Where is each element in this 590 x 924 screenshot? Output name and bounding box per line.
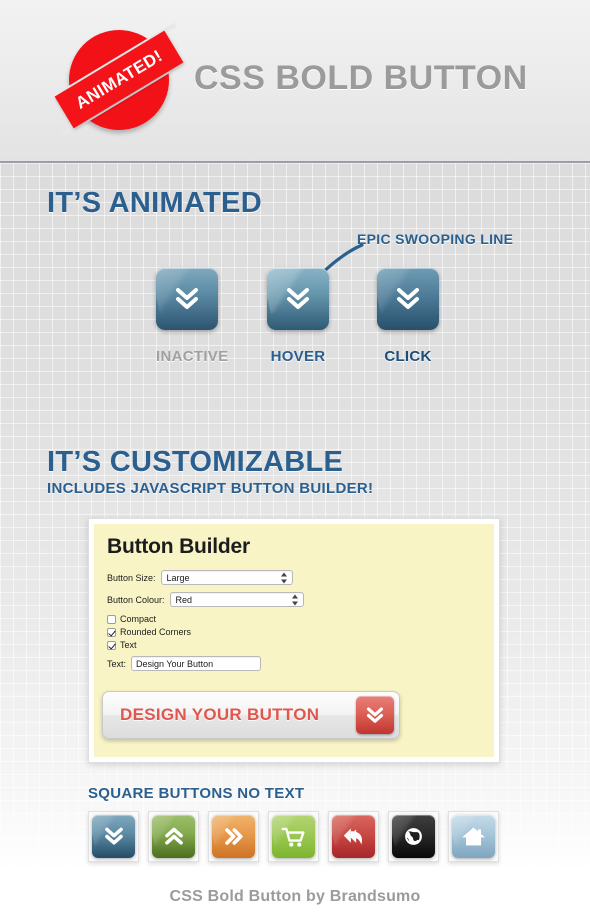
square-button-globe[interactable] (392, 815, 435, 858)
section-title-animated: IT’S ANIMATED (47, 187, 262, 219)
button-colour-select[interactable]: Red (169, 592, 304, 607)
demo-button-click[interactable] (377, 268, 439, 330)
page-root: ANIMATED! CSS BOLD BUTTON IT’S ANIMATED … (0, 0, 590, 924)
demo-state-click: CLICK (377, 268, 439, 365)
double-chevron-right-icon (225, 828, 243, 845)
checkbox-rounded-corners-label: Rounded Corners (120, 627, 192, 637)
checkbox-text-label: Text (120, 640, 137, 650)
square-button-chevron-up[interactable] (152, 815, 195, 858)
checkbox-rounded-corners[interactable] (107, 627, 116, 637)
checkbox-row-compact[interactable]: Compact (107, 614, 481, 624)
square-button-chevron-down[interactable] (92, 815, 135, 858)
square-button-frame (208, 811, 259, 862)
double-chevron-down-icon (397, 288, 419, 309)
double-chevron-down-icon (104, 827, 123, 845)
reply-arrow-icon (343, 828, 362, 845)
builder-row-colour: Button Colour: Red (107, 592, 481, 607)
page-header: ANIMATED! CSS BOLD BUTTON (0, 0, 590, 163)
square-button-reply[interactable] (332, 815, 375, 858)
checkbox-compact[interactable] (107, 614, 116, 624)
double-chevron-down-icon (287, 288, 309, 309)
square-button-frame (388, 811, 439, 862)
double-chevron-down-icon (366, 706, 384, 723)
header-inner: ANIMATED! CSS BOLD BUTTON (0, 0, 590, 161)
demo-button-hover[interactable] (267, 268, 329, 330)
demo-label-inactive: INACTIVE (156, 348, 229, 365)
square-button-frame (268, 811, 319, 862)
square-button-chevron-right[interactable] (212, 815, 255, 858)
footer-text: CSS Bold Button by Brandsumo (169, 888, 421, 905)
builder-row-text: Text: Design Your Button (107, 656, 481, 671)
globe-icon (405, 828, 422, 845)
design-your-button-label: DESIGN YOUR BUTTON (120, 705, 320, 724)
double-chevron-down-icon (176, 288, 198, 309)
demo-label-hover: HOVER (270, 348, 326, 365)
checkbox-compact-label: Compact (120, 614, 157, 624)
square-buttons-row (88, 811, 508, 862)
section-title-customizable: IT’S CUSTOMIZABLE (47, 446, 344, 478)
annotation-epic-swooping-line: EPIC SWOOPING LINE (357, 231, 514, 247)
preview-icon-tile[interactable] (356, 696, 394, 734)
demo-state-hover: HOVER (267, 268, 329, 365)
button-builder-panel: Button Builder Button Size: Large Button… (94, 524, 494, 757)
square-button-home[interactable] (452, 815, 495, 858)
double-chevron-up-icon (164, 827, 183, 845)
checkbox-row-rounded-corners[interactable]: Rounded Corners (107, 627, 481, 637)
demo-button-inactive[interactable] (156, 268, 218, 330)
section-subtitle-customizable: INCLUDES JAVASCRIPT BUTTON BUILDER! (47, 480, 374, 497)
square-button-cart[interactable] (272, 815, 315, 858)
text-input[interactable]: Design Your Button (131, 656, 262, 671)
page-footer: CSS Bold Button by Brandsumo (0, 870, 590, 924)
demo-label-click: CLICK (384, 348, 432, 365)
builder-title: Button Builder (107, 535, 251, 558)
stepper-icon[interactable] (280, 572, 288, 583)
button-size-value: Large (166, 572, 190, 583)
button-colour-label: Button Colour: (107, 594, 165, 605)
text-input-value: Design Your Button (136, 658, 214, 669)
page-title: CSS BOLD BUTTON (194, 59, 528, 97)
section-title-square-buttons: SQUARE BUTTONS NO TEXT (88, 785, 305, 802)
button-colour-value: Red (175, 594, 193, 605)
square-button-frame (328, 811, 379, 862)
button-builder-frame: Button Builder Button Size: Large Button… (88, 518, 500, 763)
design-your-button-preview[interactable]: DESIGN YOUR BUTTON (102, 691, 400, 739)
square-button-frame (88, 811, 139, 862)
square-button-frame (148, 811, 199, 862)
checkbox-text[interactable] (107, 640, 116, 650)
button-size-label: Button Size: (107, 572, 156, 583)
button-size-select[interactable]: Large (160, 570, 293, 585)
builder-row-size: Button Size: Large (107, 570, 481, 585)
text-field-label: Text: (107, 658, 127, 669)
square-button-frame (448, 811, 499, 862)
page-body: IT’S ANIMATED EPIC SWOOPING LINE INACTIV… (0, 163, 590, 870)
demo-state-inactive: INACTIVE (156, 268, 228, 365)
stepper-icon[interactable] (291, 594, 299, 605)
animated-badge: ANIMATED! (54, 22, 184, 137)
shopping-cart-icon (281, 827, 305, 847)
checkbox-row-text[interactable]: Text (107, 640, 481, 650)
home-icon (462, 827, 485, 846)
